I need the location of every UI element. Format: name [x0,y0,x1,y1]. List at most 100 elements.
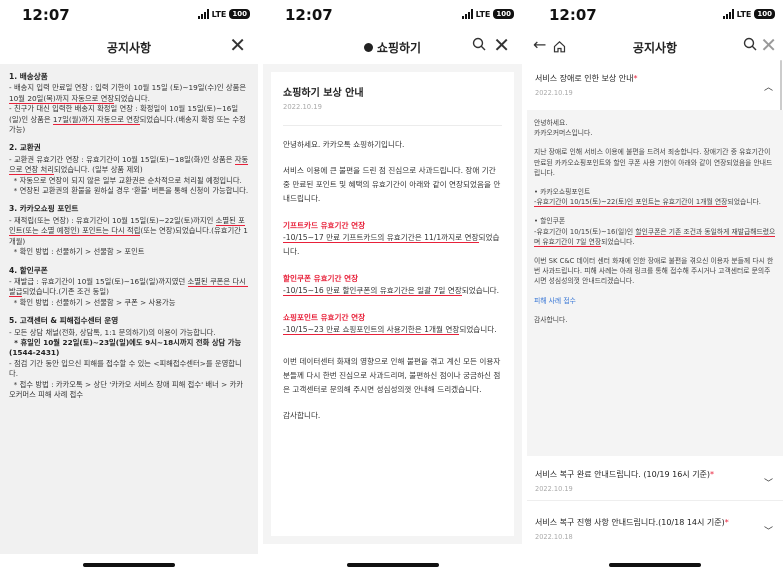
accordion-date: 2022.10.19 [535,89,573,97]
notice-section: 2. 교환권 - 교환권 유효기간 연장 : 유효기간이 10월 15일(토)~1… [9,143,249,196]
section-title: 4. 할인쿠폰 [9,265,48,275]
benefit-heading: 기프트카드 유효기간 연장 [283,221,366,230]
intro-text: 서비스 이용에 큰 불편을 드린 점 진심으로 사과드립니다. 장애 기간 중 … [283,166,501,203]
status-time: 12:07 [549,6,597,24]
coupon-pre: -유효기간이 10/15(토)~16(일)인 [534,227,636,236]
screen-shopping-notice: 12:07 LTE 100 쇼핑하기 ✕ 쇼핑하기 보상 안내 2022.10.… [263,0,522,571]
accordion-title: 서비스 복구 진행 사항 안내드립니다.(10/18 14시 기준) [535,518,725,527]
section-line: * 자동으로 연장이 되지 않은 일부 교환권은 순차적으로 처리될 예정입니다… [9,176,249,186]
screenshot-collage: 12:07 LTE 100 공지사항 ✕ 1. 배송상품 - 배송지 입력 만료일… [0,0,783,571]
battery-icon: 100 [754,9,775,19]
text-segment: 10월 20일(목)까지 자동으로 연장 [9,93,115,104]
benefit-underlined: -10/15~23 만료 쇼핑포인트의 사용기한은 1개월 연장 [283,325,460,335]
section-line: * 접수 방법 : 카카오톡 > 상단 '카카오 서비스 장애 피해 접수' 배… [9,380,249,401]
network-label: LTE [475,9,491,19]
post-title: 쇼핑하기 보상 안내 [283,88,364,99]
accordion-date: 2022.10.19 [535,485,573,493]
section-line: - 모든 상담 채널(전화, 상담톡, 1:1 문의하기)의 이용이 가능합니다… [9,328,249,338]
notice-section: 1. 배송상품 - 배송지 입력 만료일 연장 : 입력 기한이 10월 15일 … [9,72,249,135]
text-segment: - 재적립(또는 연장) : 유효기간이 10월 15일(토)~22일(토)까지… [9,215,216,225]
accordion-date: 2022.10.18 [535,533,573,541]
header: ← 공지사항 ✕ [527,30,783,64]
section-line: - 점검 기간 동안 입으신 피해를 접수할 수 있는 <피해접수센터>를 운영… [9,359,249,380]
section-line: - 배송지 입력 만료일 연장 : 입력 기한이 10월 15일 (토)~19일… [9,83,249,104]
status-time: 12:07 [285,6,333,24]
search-icon[interactable] [743,36,757,55]
point-heading: • 카카오쇼핑포인트 [534,188,591,197]
closing-text: 이번 SK C&C 데이터 센터 화재에 인한 장애로 불편을 겪으신 이용자 … [534,257,774,286]
text-segment: 17일(월)까지 자동으로 연장 [52,114,140,125]
header: 공지사항 ✕ [0,30,258,64]
status-bar: 12:07 LTE 100 [0,0,258,30]
notice-section: 5. 고객센터 & 피해접수센터 운영 - 모든 상담 채널(전화, 상담톡, 1… [9,316,249,400]
notice-content: 쇼핑하기 보상 안내 2022.10.19 안녕하세요. 카카오톡 쇼핑하기입니… [263,64,522,544]
text-segment: * 확인 방법 : 선물하기 > 선물함 > 포인트 [9,247,145,257]
section-line: - 교환권 유효기간 연장 : 유효기간이 10월 15일(토)~18일(화)인… [9,154,249,176]
coupon-tail: 되었습니다. [601,237,635,246]
benefit-underlined: -10/15~17 만료 기프트카드의 유효기간은 11/1까지로 연장 [283,233,479,243]
chevron-down-icon: ﹀ [763,527,773,537]
benefit-heading: 할인쿠폰 유효기간 연장 [283,274,359,283]
page-title: 공지사항 [106,41,152,55]
network-label: LTE [211,9,227,19]
text-segment: - 교환권 유효기간 연장 : 유효기간이 10월 15일(토)~18일(화)인… [9,154,235,164]
close-icon[interactable]: ✕ [760,34,777,56]
text-segment: * 자동으로 연장이 되지 않은 일부 교환권은 순차적으로 처리될 예정입니다… [9,175,242,185]
damage-report-link[interactable]: 피해 사례 접수 [534,296,776,306]
benefit-underlined: -10/15~16 만료 할인쿠폰의 유효기간은 일괄 7일 연장 [283,286,462,296]
notice-card: 쇼핑하기 보상 안내 2022.10.19 안녕하세요. 카카오톡 쇼핑하기입니… [271,72,514,536]
benefit-text: -10/15~16 만료 할인쿠폰의 유효기간은 일괄 7일 연장되었습니다. [283,284,502,298]
accordion-title: 서비스 복구 완료 안내드립니다. (10/19 16시 기준) [535,470,711,479]
greeting-text: 안녕하세요. 카카오톡 쇼핑하기입니다. [283,140,405,149]
text-segment: 되었습니다.(기존 조건 동일) [22,287,109,297]
screen-notice-accordion: 12:07 LTE 100 ← 공지사항 ✕ 서비스 장애로 인한 보상 안내*… [527,0,783,571]
shopping-logo-icon [363,43,373,52]
section-title: 5. 고객센터 & 피해접수센터 운영 [9,316,119,326]
accordion-item[interactable]: 서비스 복구 완료 안내드립니다. (10/19 16시 기준)* 2022.1… [527,460,783,501]
accordion-body: 안녕하세요. 카카오커머스입니다. 지난 장애로 인해 서비스 이용에 불편을 … [527,110,783,456]
status-bar: 12:07 LTE 100 [527,0,783,30]
search-icon[interactable] [472,36,486,55]
benefit-tail: 되었습니다. [461,286,500,295]
section-title: 1. 배송상품 [9,72,48,81]
text-segment: - 재발급 : 유효기간이 10월 15일(토)~16일(일)까지였던 [9,276,188,286]
text-segment: * 휴일인 10월 22일(토)~23일(일)에도 9시~18시까지 전화 상담… [9,337,242,358]
notice-section: 4. 할인쿠폰 - 재발급 : 유효기간이 10월 15일(토)~16일(일)까지… [9,266,249,309]
benefit-tail: 되었습니다. [459,325,497,334]
coupon-heading: • 할인쿠폰 [534,217,566,226]
section-line: - 친구가 대신 입력한 배송지 확정일 연장 : 확정일이 10월 15일(토… [9,104,249,135]
text-segment: 되었습니다. (일부 상품 제외) [53,165,143,175]
status-time: 12:07 [22,6,70,24]
section-line: * 휴일인 10월 22일(토)~23일(일)에도 9시~18시까지 전화 상담… [9,338,249,359]
signal-icon [722,9,734,19]
section-line: * 연장된 교환권의 환불을 원하실 경우 '환불' 버튼을 통해 신청이 가능… [9,186,249,196]
close-icon[interactable]: ✕ [229,34,246,56]
text-segment: * 확인 방법 : 선물하기 > 선물함 > 쿠폰 > 사용가능 [9,297,176,307]
signal-icon [461,9,473,19]
text-segment: - 모든 상담 채널(전화, 상담톡, 1:1 문의하기)의 이용이 가능합니다… [9,327,216,337]
accordion-title: 서비스 장애로 인한 보상 안내 [535,74,634,83]
benefit-heading: 쇼핑포인트 유효기간 연장 [283,313,366,322]
text-segment: 되었습니다. [114,93,150,103]
status-bar: 12:07 LTE 100 [263,0,522,30]
thanks-text: 감사합니다. [534,315,568,324]
page-title: 쇼핑하기 [376,41,422,55]
benefit-text: -10/15~17 만료 기프트카드의 유효기간은 11/1까지로 연장되었습니… [283,231,502,259]
network-label: LTE [736,9,752,19]
accordion-item[interactable]: 서비스 복구 진행 사항 안내드립니다.(10/18 14시 기준)* 2022… [527,508,783,548]
notice-content: 1. 배송상품 - 배송지 입력 만료일 연장 : 입력 기한이 10월 15일 … [0,64,258,554]
thanks-text: 감사합니다. [283,411,321,420]
text-segment: * 접수 방법 : 카카오톡 > 상단 '카카오 서비스 장애 피해 접수' 배… [9,379,243,399]
benefit-text: -10/15~23 만료 쇼핑포인트의 사용기한은 1개월 연장되었습니다. [283,323,502,337]
greeting-text: 안녕하세요. 카카오커머스입니다. [534,119,593,138]
section-line: * 확인 방법 : 선물하기 > 선물함 > 포인트 [9,247,249,257]
point-tail: 되었습니다. [727,198,761,207]
battery-icon: 100 [493,9,514,19]
close-icon[interactable]: ✕ [493,34,510,56]
chevron-down-icon: ﹀ [763,479,773,489]
notice-section: 3. 카카오쇼핑 포인트 - 재적립(또는 연장) : 유효기간이 10월 15일… [9,204,249,257]
screen-notice-list: 12:07 LTE 100 공지사항 ✕ 1. 배송상품 - 배송지 입력 만료일… [0,0,258,571]
post-date: 2022.10.19 [283,103,502,126]
accordion-item-open[interactable]: 서비스 장애로 인한 보상 안내* 2022.10.19 ︿ [527,64,783,109]
closing-text: 이번 데이터센터 화재의 영향으로 인해 불편을 겪고 계신 모든 이용자분들께… [283,357,501,394]
